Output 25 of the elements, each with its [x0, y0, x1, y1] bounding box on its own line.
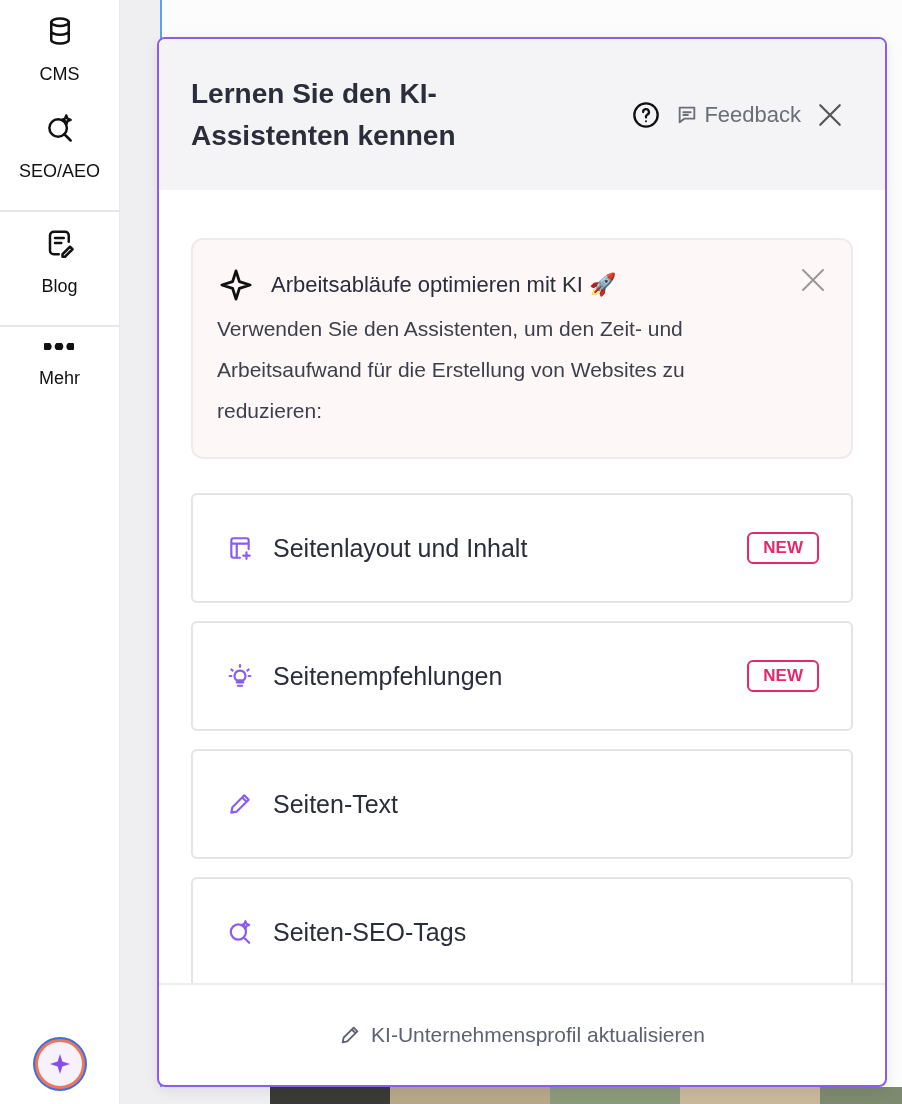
update-profile-link[interactable]: KI-Unternehmensprofil aktualisieren [333, 1022, 711, 1048]
more-icon [44, 343, 75, 350]
feedback-button[interactable]: Feedback [676, 101, 801, 128]
close-button[interactable] [817, 101, 843, 128]
lightbulb-icon [227, 663, 253, 689]
sidebar-item[interactable]: SEO/AEO [19, 113, 100, 182]
intro-text: Verwenden Sie den Assistenten, um den Zeit- und Arbeitsaufwand für die Erstellung von Websites zu reduzieren: [217, 316, 686, 424]
sidebar-item[interactable]: Blog [41, 228, 78, 297]
sidebar-item[interactable]: CMS [39, 16, 80, 85]
assistant-option[interactable]: Seitenlayout und Inhalt NEW [191, 493, 853, 603]
panel-title: Lernen Sie den KI-Assistenten kennen [191, 76, 457, 153]
assistant-option[interactable]: Seiten-Text [191, 749, 853, 859]
intro-title: Arbeitsabläufe optimieren mit KI 🚀 [271, 272, 616, 298]
pencil-icon [227, 791, 253, 817]
search-sparkle-icon [227, 919, 253, 945]
assistant-option[interactable]: Seiten-SEO-Tags [191, 877, 853, 983]
sidebar-item[interactable]: Mehr [39, 343, 80, 389]
ai-assistant-button[interactable] [34, 1039, 85, 1089]
help-icon[interactable] [632, 100, 661, 129]
assistant-option[interactable]: Seitenempfehlungen NEW [191, 621, 853, 731]
sparkle-icon [219, 268, 253, 302]
close-icon[interactable] [801, 268, 825, 292]
new-badge: NEW [747, 660, 819, 692]
new-badge: NEW [747, 532, 819, 564]
layout-add-icon [227, 535, 253, 561]
